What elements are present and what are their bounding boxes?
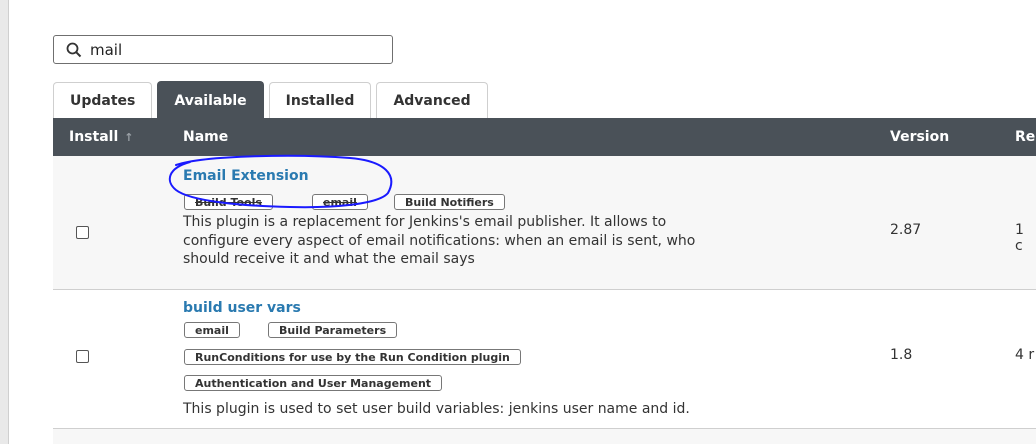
tag-chip[interactable]: email [184, 322, 240, 338]
table-row [53, 429, 1036, 444]
released-column-header[interactable]: Re [1015, 118, 1035, 156]
table-row: Email Extension Build Tools email Build … [53, 156, 1036, 290]
plugin-version: 1.8 [890, 347, 913, 363]
install-column-header[interactable]: Install ↑ [69, 118, 133, 156]
tag-chip[interactable]: Build Notifiers [394, 194, 505, 210]
table-header: Install ↑ Name Version Re [53, 118, 1036, 156]
tab-bar: Updates Available Installed Advanced [53, 81, 493, 119]
tab-installed[interactable]: Installed [268, 82, 372, 119]
tag-chip[interactable]: Authentication and User Management [184, 375, 443, 391]
install-checkbox[interactable] [76, 226, 89, 239]
install-header-label: Install [69, 129, 119, 145]
tab-available[interactable]: Available [157, 81, 264, 119]
tab-updates[interactable]: Updates [53, 82, 153, 119]
plugin-released: 4 r [1015, 347, 1035, 363]
left-panel-edge [0, 0, 9, 444]
table-row: build user vars email Build Parameters R… [53, 290, 1036, 429]
plugin-name-link[interactable]: build user vars [183, 300, 301, 316]
version-column-header[interactable]: Version [890, 118, 949, 156]
install-checkbox[interactable] [76, 350, 89, 363]
sort-arrow-icon: ↑ [124, 130, 134, 144]
plugin-released: 1 c [1015, 222, 1024, 254]
search-input[interactable] [84, 37, 380, 62]
tag-chip[interactable]: Build Tools [184, 194, 273, 210]
tag-chip[interactable]: Build Parameters [268, 322, 398, 338]
search-box[interactable] [53, 35, 393, 64]
plugin-name-link[interactable]: Email Extension [183, 168, 309, 184]
tag-chip[interactable]: RunConditions for use by the Run Conditi… [184, 349, 521, 365]
plugin-version: 2.87 [890, 222, 922, 238]
tab-advanced[interactable]: Advanced [376, 82, 488, 119]
name-column-header[interactable]: Name [183, 118, 228, 156]
plugin-description: This plugin is used to set user build va… [183, 401, 690, 417]
tag-chip[interactable]: email [312, 194, 368, 210]
plugin-description: This plugin is a replacement for Jenkins… [183, 214, 696, 267]
search-icon [64, 40, 84, 60]
